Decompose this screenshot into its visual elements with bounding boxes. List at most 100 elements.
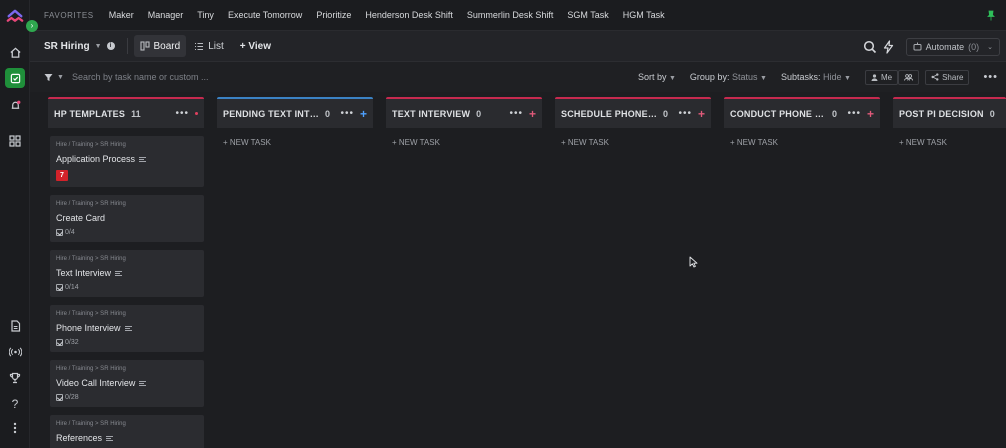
column-title: SCHEDULE PHONE IN... <box>561 108 657 119</box>
chevron-down-icon[interactable]: ▼ <box>57 74 64 81</box>
new-task-button[interactable]: + NEW TASK <box>899 138 1006 147</box>
favorite-item[interactable]: Manager <box>148 10 184 20</box>
column-header[interactable]: POST PI DECISION 0 <box>893 97 1006 128</box>
favorite-item[interactable]: Execute Tomorrow <box>228 10 302 20</box>
column-more-icon[interactable]: ••• <box>175 108 189 119</box>
column-title: POST PI DECISION <box>899 108 984 119</box>
search-input[interactable] <box>71 72 212 82</box>
column-header[interactable]: CONDUCT PHONE IN... 0 ••• + <box>724 97 880 128</box>
checklist-progress[interactable]: 0/32 <box>56 339 198 346</box>
task-card[interactable]: Hire / Training > SR Hiring Video Call I… <box>50 360 204 407</box>
add-view-button[interactable]: + View <box>240 41 271 52</box>
card-title: Create Card <box>56 213 106 223</box>
sort-by-button[interactable]: Sort by ▼ <box>638 72 676 82</box>
pin-icon[interactable] <box>987 10 995 21</box>
share-button[interactable]: Share <box>925 69 970 85</box>
priority-badge[interactable]: 7 <box>56 170 68 181</box>
description-icon <box>115 270 123 276</box>
tab-list[interactable]: List <box>188 35 230 57</box>
group-by-value: Status <box>731 72 758 82</box>
tab-board-label: Board <box>153 40 181 52</box>
favorite-item[interactable]: Maker <box>109 10 134 20</box>
column-header[interactable]: TEXT INTERVIEW 0 ••• + <box>386 97 542 128</box>
favorite-item[interactable]: Henderson Desk Shift <box>365 10 453 20</box>
column-add-icon[interactable]: + <box>360 107 367 121</box>
column-add-icon[interactable]: . <box>195 112 198 115</box>
automate-label: Automate <box>925 41 965 52</box>
space-name: SR Hiring <box>44 40 90 52</box>
column-title: HP TEMPLATES <box>54 108 126 119</box>
pulse-icon[interactable] <box>5 342 25 362</box>
checklist-progress[interactable]: 0/14 <box>56 284 198 291</box>
card-title: Video Call Interview <box>56 378 136 388</box>
new-task-button[interactable]: + NEW TASK <box>223 138 373 147</box>
favorite-item[interactable]: HGM Task <box>623 10 665 20</box>
help-icon[interactable]: ? <box>5 394 25 414</box>
task-card[interactable]: Hire / Training > SR Hiring References <box>50 415 204 448</box>
left-rail: › ? <box>0 0 38 448</box>
notifications-icon[interactable] <box>5 95 25 115</box>
sort-by-label: Sort by <box>637 72 667 82</box>
task-card[interactable]: Hire / Training > SR Hiring Application … <box>50 136 204 187</box>
filter-icon[interactable] <box>44 73 53 82</box>
tasks-icon[interactable] <box>5 68 25 88</box>
task-card[interactable]: Hire / Training > SR Hiring Phone Interv… <box>50 305 204 352</box>
automate-button[interactable]: Automate (0) ⌄ <box>905 37 1000 56</box>
card-title: Phone Interview <box>56 323 121 333</box>
automate-count: (0) <box>968 41 980 52</box>
column-header[interactable]: SCHEDULE PHONE IN... 0 ••• + <box>555 97 711 128</box>
docs-icon[interactable] <box>5 316 25 336</box>
mouse-cursor-icon <box>689 256 698 268</box>
description-icon <box>139 380 147 386</box>
favorite-item[interactable]: Tiny <box>197 10 214 20</box>
chevron-down-icon: ▼ <box>668 75 676 82</box>
favorite-item[interactable]: Summerlin Desk Shift <box>467 10 554 20</box>
me-filter-button[interactable]: Me <box>864 69 899 85</box>
clickup-logo-icon[interactable] <box>6 9 24 27</box>
lightning-icon[interactable] <box>883 39 894 54</box>
new-task-button[interactable]: + NEW TASK <box>561 138 711 147</box>
assignees-button[interactable] <box>898 69 920 85</box>
card-title: Application Process <box>56 154 136 164</box>
home-icon[interactable] <box>5 42 25 62</box>
robot-icon <box>913 42 922 51</box>
column-more-icon[interactable]: ••• <box>340 108 354 119</box>
checklist-progress[interactable]: 0/4 <box>56 229 198 236</box>
board: HP TEMPLATES 11 ••• . Hire / Training > … <box>30 92 1006 448</box>
column-more-icon[interactable]: ••• <box>678 108 692 119</box>
view-header: SR Hiring ▼ i Board List + View Automate… <box>30 31 1006 62</box>
group-by-button[interactable]: Group by: Status ▼ <box>690 72 767 82</box>
favorite-item[interactable]: Prioritize <box>316 10 351 20</box>
card-path: Hire / Training > SR Hiring <box>56 311 126 317</box>
search-icon[interactable] <box>863 40 877 54</box>
checklist-progress[interactable]: 0/28 <box>56 394 198 401</box>
column-count: 0 <box>989 108 995 119</box>
column-header[interactable]: HP TEMPLATES 11 ••• . <box>48 97 204 128</box>
checklist-icon <box>56 394 63 401</box>
board-column: PENDING TEXT INTE... 0 ••• + + NEW TASK <box>217 97 373 147</box>
column-more-icon[interactable]: ••• <box>509 108 523 119</box>
column-add-icon[interactable]: + <box>867 107 874 121</box>
goals-trophy-icon[interactable] <box>5 368 25 388</box>
checklist-icon <box>56 229 63 236</box>
column-add-icon[interactable]: + <box>529 107 536 121</box>
new-task-button[interactable]: + NEW TASK <box>392 138 542 147</box>
column-more-icon[interactable]: ••• <box>847 108 861 119</box>
subtasks-button[interactable]: Subtasks: Hide ▼ <box>781 72 851 82</box>
chevron-down-icon: ▼ <box>844 75 851 82</box>
new-task-button[interactable]: + NEW TASK <box>730 138 880 147</box>
column-add-icon[interactable]: + <box>698 107 705 121</box>
space-selector[interactable]: SR Hiring ▼ i <box>44 41 115 52</box>
group-by-label: Group by: <box>689 72 730 82</box>
more-options-icon[interactable]: ••• <box>983 71 998 83</box>
expand-sidebar-icon[interactable]: › <box>26 20 38 32</box>
tab-board[interactable]: Board <box>133 35 187 57</box>
favorite-item[interactable]: SGM Task <box>567 10 608 20</box>
task-card[interactable]: Hire / Training > SR Hiring Text Intervi… <box>50 250 204 297</box>
more-vertical-icon[interactable] <box>5 418 25 438</box>
info-icon[interactable]: i <box>106 42 115 50</box>
dashboards-icon[interactable] <box>5 131 25 151</box>
users-icon <box>904 73 914 81</box>
task-card[interactable]: Hire / Training > SR Hiring Create Card … <box>50 195 204 242</box>
column-header[interactable]: PENDING TEXT INTE... 0 ••• + <box>217 97 373 128</box>
